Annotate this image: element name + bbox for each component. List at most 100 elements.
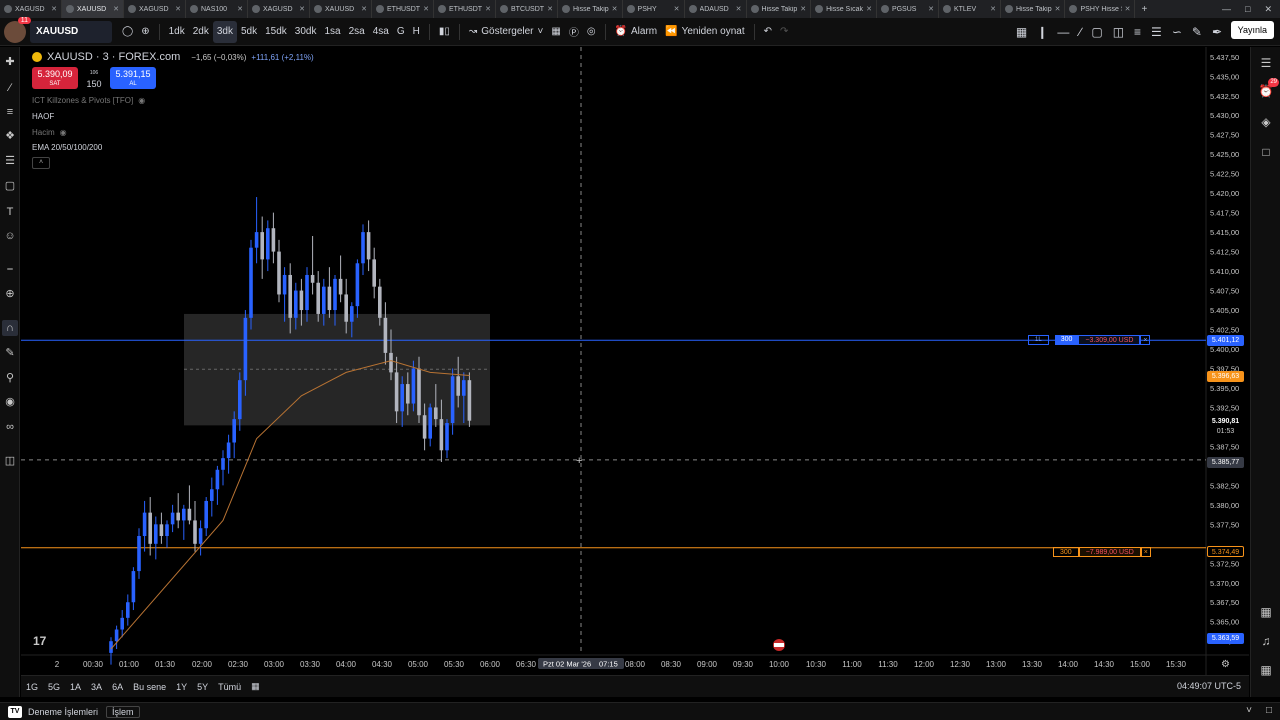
range-button[interactable]: 5Y <box>192 682 213 692</box>
buy-button[interactable]: 5.391,15 AL <box>110 67 156 89</box>
interval-button[interactable]: 1sa <box>320 21 344 43</box>
path-icon[interactable]: ∽ <box>1172 25 1182 39</box>
maximize-icon[interactable]: □ <box>1245 4 1250 14</box>
trash-icon[interactable]: ◫ <box>2 453 18 469</box>
browser-tab[interactable]: XAGUSD ✕ <box>0 0 62 18</box>
watchlist-icon[interactable]: ☰ <box>1257 54 1275 72</box>
fib-retracement-icon[interactable]: ≡ <box>2 104 18 120</box>
tab-close-icon[interactable]: ✕ <box>736 5 742 13</box>
indicators-button[interactable]: ↝ Göstergeler ˅ <box>465 21 547 43</box>
replay-button[interactable]: ⏪ Yeniden oynat <box>661 21 748 43</box>
interval-button[interactable]: 5dk <box>237 21 261 43</box>
tab-close-icon[interactable]: ✕ <box>113 5 119 13</box>
vertical-line-icon[interactable]: ❙ <box>1037 25 1047 39</box>
browser-tab[interactable]: ADAUSD ✕ <box>685 0 747 18</box>
symbol-search[interactable]: XAUUSD <box>30 20 112 43</box>
shapes-icon[interactable]: ▢ <box>2 178 18 194</box>
parallel-channel-icon[interactable]: ☰ <box>1151 25 1162 39</box>
close-order-icon[interactable]: × <box>1140 335 1151 345</box>
rectangle-icon[interactable]: ▢ <box>1091 25 1102 39</box>
price-chart[interactable]: +5.437,50 5.435,00 5.432,50 5.430,00 5.427,5… <box>21 47 1249 675</box>
sell-button[interactable]: 5.390,09 SAT <box>32 67 78 89</box>
redo-icon[interactable]: ↷ <box>776 21 792 43</box>
eye-icon[interactable]: ◉ <box>2 394 18 410</box>
trend-line-icon[interactable]: ∕ <box>1079 25 1081 39</box>
ruler-icon[interactable]: ⎯ <box>2 261 18 277</box>
browser-tab[interactable]: BTCUSDT ✕ <box>496 0 558 18</box>
browser-tab[interactable]: XAUUSD ✕ <box>310 0 372 18</box>
tab-close-icon[interactable]: ✕ <box>866 5 872 13</box>
browser-tab[interactable]: Hisse Takip ✕ <box>1001 0 1066 18</box>
fib-icon[interactable]: ≡ <box>1134 25 1141 39</box>
position-icon[interactable]: ◫ <box>1113 25 1124 39</box>
tab-close-icon[interactable]: ✕ <box>485 5 491 13</box>
brush-icon[interactable]: ✎ <box>1192 25 1202 39</box>
lock-icon[interactable]: ⚲ <box>2 370 18 386</box>
object-tree-icon[interactable]: ◎ <box>583 21 600 43</box>
interval-button[interactable]: 30dk <box>291 21 321 43</box>
layouts-icon[interactable]: ▦ <box>547 21 564 43</box>
browser-tab[interactable]: PSHY Hisse Se ✕ <box>1065 0 1136 18</box>
browser-tab[interactable]: ETHUSDT ✕ <box>434 0 496 18</box>
tab-close-icon[interactable]: ✕ <box>361 5 367 13</box>
range-button[interactable]: 1Y <box>171 682 192 692</box>
tab-close-icon[interactable]: ✕ <box>175 5 181 13</box>
clock[interactable]: 04:49:07 UTC-5 <box>1177 681 1241 691</box>
tab-close-icon[interactable]: ✕ <box>1055 5 1061 13</box>
trend-line-icon[interactable]: ∕ <box>2 80 18 96</box>
compare-plus-icon[interactable]: ◯ <box>118 21 137 43</box>
range-button[interactable]: Bu sene <box>128 682 171 692</box>
text-icon[interactable]: T <box>2 204 18 220</box>
maximize-panel-icon[interactable]: □ <box>1266 705 1272 716</box>
date-range-icon[interactable]: ▦ <box>246 681 265 692</box>
alarm-button[interactable]: ⏰ Alarm <box>611 21 662 43</box>
chat-icon[interactable]: □ <box>1257 143 1275 161</box>
browser-tab[interactable]: Hisse Takip ✕ <box>558 0 623 18</box>
notifications-icon[interactable]: ♫ <box>1257 632 1275 650</box>
tab-close-icon[interactable]: ✕ <box>237 5 243 13</box>
interval-button[interactable]: 2dk <box>189 21 213 43</box>
layers-icon[interactable]: ◈ <box>1257 113 1275 131</box>
interval-button[interactable]: 4sa <box>369 21 393 43</box>
tab-close-icon[interactable]: ✕ <box>547 5 553 13</box>
indicator-ict-killzones[interactable]: ICT Killzones & Pivots [TFO] ◉ <box>32 96 145 105</box>
trade-tab[interactable]: İşlem <box>106 705 140 718</box>
candle-type-icon[interactable]: ▮▯ <box>435 21 454 43</box>
range-button[interactable]: 1G <box>21 682 43 692</box>
tab-close-icon[interactable]: ✕ <box>51 5 57 13</box>
collapse-legend-button[interactable]: ˄ <box>32 157 50 169</box>
close-order-icon[interactable]: × <box>1140 547 1151 557</box>
browser-tab[interactable]: Hisse Sıcak ✕ <box>811 0 877 18</box>
tab-close-icon[interactable]: ✕ <box>1125 5 1131 13</box>
tab-close-icon[interactable]: ✕ <box>423 5 429 13</box>
magnet-icon[interactable]: ∩ <box>2 320 18 336</box>
tab-close-icon[interactable]: ✕ <box>800 5 806 13</box>
browser-tab[interactable]: NAS100 ✕ <box>186 0 248 18</box>
close-icon[interactable]: ✕ <box>1264 4 1272 15</box>
avatar[interactable]: 11 <box>4 16 31 43</box>
browser-tab[interactable]: XAGUSD ✕ <box>124 0 186 18</box>
interval-button[interactable]: 2sa <box>345 21 369 43</box>
draw-mode-icon[interactable]: ✎ <box>2 345 18 361</box>
interval-button[interactable]: 15dk <box>261 21 291 43</box>
pattern-icon[interactable]: ❖ <box>2 128 18 144</box>
indicator-ema[interactable]: EMA 20/50/100/200 <box>32 143 102 152</box>
eye-hidden-icon[interactable]: ◉ <box>60 128 67 137</box>
horizontal-line-icon[interactable]: ― <box>1057 25 1069 39</box>
templates-icon[interactable]: Ⓟ <box>565 21 583 43</box>
alerts-clock-icon[interactable]: ⏰ 29 <box>1257 78 1279 100</box>
eye-hidden-icon[interactable]: ◉ <box>138 96 145 105</box>
interval-button[interactable]: 1dk <box>165 21 189 43</box>
range-button[interactable]: Tümü <box>213 682 246 692</box>
new-tab-button[interactable]: + <box>1135 4 1153 15</box>
publish-button[interactable]: Yayınla <box>1230 21 1274 39</box>
apps-grid-icon[interactable]: ▦ <box>1257 661 1275 679</box>
tab-close-icon[interactable]: ✕ <box>299 5 305 13</box>
browser-tab[interactable]: Hisse Takip ✕ <box>747 0 812 18</box>
range-button[interactable]: 3A <box>86 682 107 692</box>
paper-trading-tab[interactable]: TV Deneme İşlemleri <box>0 705 106 718</box>
browser-tab[interactable]: PGSUS ✕ <box>877 0 939 18</box>
tab-close-icon[interactable]: ✕ <box>928 5 934 13</box>
pen-icon[interactable]: ✒ <box>1212 25 1222 39</box>
interval-button[interactable]: H <box>409 21 424 43</box>
